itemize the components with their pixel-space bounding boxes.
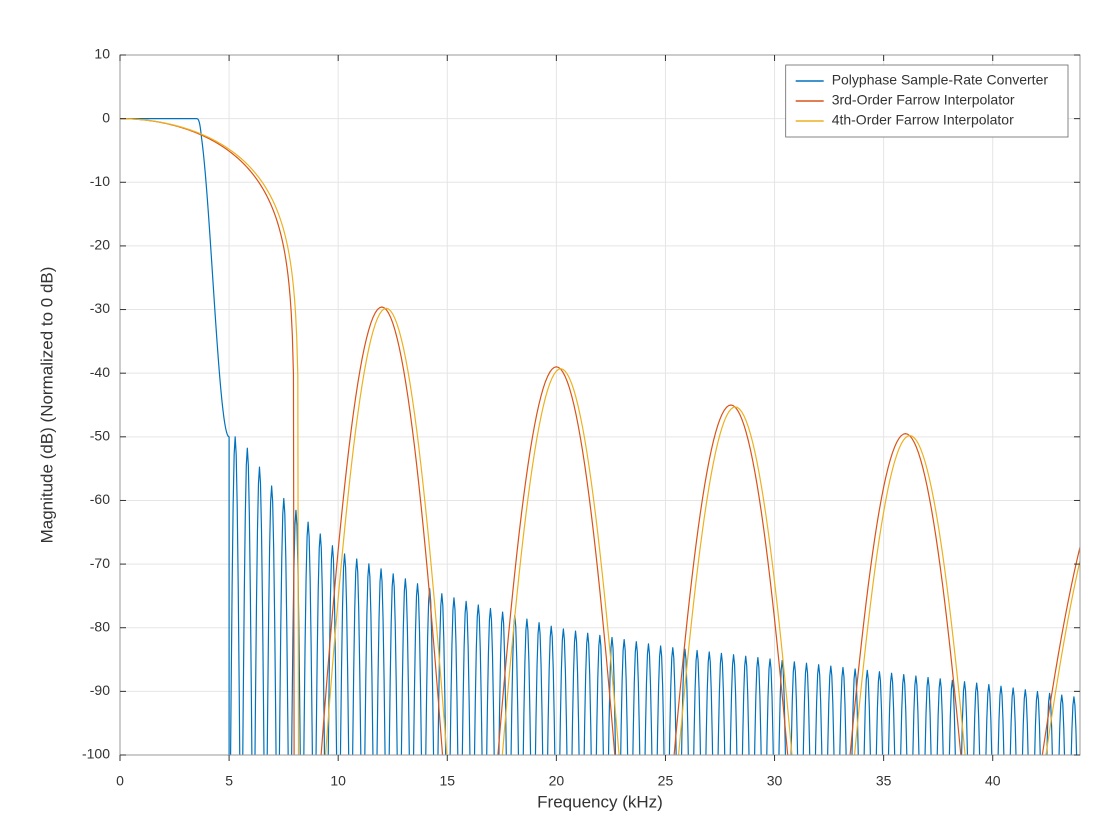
ytick-label: 0 [102, 109, 110, 125]
figure: 0510152025303540-100-90-80-70-60-50-40-3… [0, 0, 1120, 840]
y-axis-label: Magnitude (dB) (Normalized to 0 dB) [37, 267, 56, 544]
xtick-label: 15 [439, 772, 455, 788]
axes-box [120, 55, 1080, 755]
xtick-label: 40 [985, 772, 1001, 788]
ytick-label: -90 [90, 682, 110, 698]
ytick-label: -30 [90, 300, 110, 316]
xtick-label: 30 [767, 772, 783, 788]
legend-item-label: 3rd-Order Farrow Interpolator [832, 92, 1015, 108]
legend: Polyphase Sample-Rate Converter 3rd-Order… [786, 65, 1068, 137]
ytick-label: -10 [90, 173, 110, 189]
xtick-label: 35 [876, 772, 892, 788]
x-axis-label: Frequency (kHz) [537, 792, 663, 811]
series-group [120, 119, 1091, 840]
ytick-label: -70 [90, 555, 110, 571]
xtick-label: 0 [116, 772, 124, 788]
legend-item-label: Polyphase Sample-Rate Converter [832, 72, 1049, 88]
ytick-label: -80 [90, 618, 110, 634]
xtick-label: 5 [225, 772, 233, 788]
series-farrow4 [120, 119, 1090, 840]
ytick-label: -60 [90, 491, 110, 507]
ytick-label: -40 [90, 364, 110, 380]
series-farrow3 [120, 119, 1091, 840]
chart-svg: 0510152025303540-100-90-80-70-60-50-40-3… [0, 0, 1120, 840]
ytick-label: -100 [82, 746, 110, 762]
xtick-label: 25 [658, 772, 674, 788]
xtick-label: 10 [330, 772, 346, 788]
legend-item-label: 4th-Order Farrow Interpolator [832, 112, 1014, 128]
ytick-label: -50 [90, 428, 110, 444]
ytick-label: 10 [94, 46, 110, 62]
ytick-label: -20 [90, 237, 110, 253]
series-polyphase [120, 119, 1080, 840]
xtick-label: 20 [549, 772, 565, 788]
